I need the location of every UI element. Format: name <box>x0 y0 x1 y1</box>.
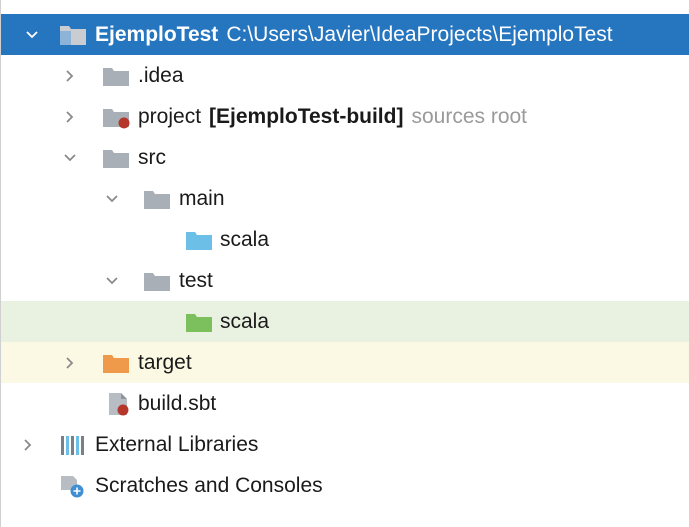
tree-row-external-libraries[interactable]: External Libraries <box>1 424 689 465</box>
test-name: test <box>179 268 213 292</box>
external-libraries-name: External Libraries <box>95 432 259 456</box>
idea-label: .idea <box>138 64 184 88</box>
main-scala-label: scala <box>220 228 269 252</box>
chevron-down-icon[interactable] <box>21 24 43 46</box>
test-label: test <box>179 269 213 293</box>
src-label: src <box>138 146 166 170</box>
tree-row-root[interactable]: EjemploTest C:\Users\Javier\IdeaProjects… <box>1 14 689 55</box>
test-scala-label: scala <box>220 310 269 334</box>
scratches-label: Scratches and Consoles <box>95 474 323 498</box>
tree-row-test[interactable]: test <box>1 260 689 301</box>
build-sbt-label: build.sbt <box>138 392 216 416</box>
root-path: C:\Users\Javier\IdeaProjects\EjemploTest <box>226 22 613 46</box>
idea-name: .idea <box>138 63 184 87</box>
tree-row-src[interactable]: src <box>1 137 689 178</box>
test-scala-name: scala <box>220 309 270 333</box>
tree-row-main-scala[interactable]: scala <box>1 219 689 260</box>
project-hint: sources root <box>411 104 528 128</box>
tree-row-project[interactable]: project [EjemploTest-build] sources root <box>1 96 689 137</box>
sbt-file-icon <box>104 392 132 416</box>
libraries-icon <box>59 433 87 457</box>
project-module: [EjemploTest-build] <box>209 104 404 128</box>
excluded-folder-icon <box>102 351 130 375</box>
folder-icon <box>143 187 171 211</box>
project-label: project [EjemploTest-build] sources root <box>138 105 527 129</box>
root-label: EjemploTest C:\Users\Javier\IdeaProjects… <box>95 23 613 47</box>
project-name: project <box>138 104 202 128</box>
project-folder-icon <box>59 23 87 47</box>
external-libraries-label: External Libraries <box>95 433 258 457</box>
chevron-down-icon[interactable] <box>101 270 123 292</box>
folder-icon <box>102 146 130 170</box>
test-sources-root-folder-icon <box>185 310 213 334</box>
scratches-icon <box>59 474 87 498</box>
src-name: src <box>138 145 166 169</box>
folder-icon <box>102 64 130 88</box>
tree-row-test-scala[interactable]: scala <box>1 301 689 342</box>
tree-row-main[interactable]: main <box>1 178 689 219</box>
chevron-down-icon[interactable] <box>101 188 123 210</box>
main-scala-name: scala <box>220 227 270 251</box>
target-label: target <box>138 351 192 375</box>
build-sbt-name: build.sbt <box>138 391 217 415</box>
project-tree: EjemploTest C:\Users\Javier\IdeaProjects… <box>0 0 689 527</box>
tree-row-scratches[interactable]: Scratches and Consoles <box>1 465 689 506</box>
chevron-right-icon[interactable] <box>59 352 81 374</box>
chevron-down-icon[interactable] <box>59 147 81 169</box>
chevron-right-icon[interactable] <box>17 434 39 456</box>
tree-row-build-sbt[interactable]: build.sbt <box>1 383 689 424</box>
chevron-right-icon[interactable] <box>59 65 81 87</box>
chevron-right-icon[interactable] <box>59 106 81 128</box>
main-name: main <box>179 186 225 210</box>
folder-icon <box>143 269 171 293</box>
main-label: main <box>179 187 225 211</box>
target-name: target <box>138 350 192 374</box>
scratches-name: Scratches and Consoles <box>95 473 323 497</box>
tree-row-idea[interactable]: .idea <box>1 55 689 96</box>
sources-root-folder-icon <box>185 228 213 252</box>
sbt-module-folder-icon <box>102 105 130 129</box>
tree-row-target[interactable]: target <box>1 342 689 383</box>
root-name: EjemploTest <box>95 22 219 46</box>
